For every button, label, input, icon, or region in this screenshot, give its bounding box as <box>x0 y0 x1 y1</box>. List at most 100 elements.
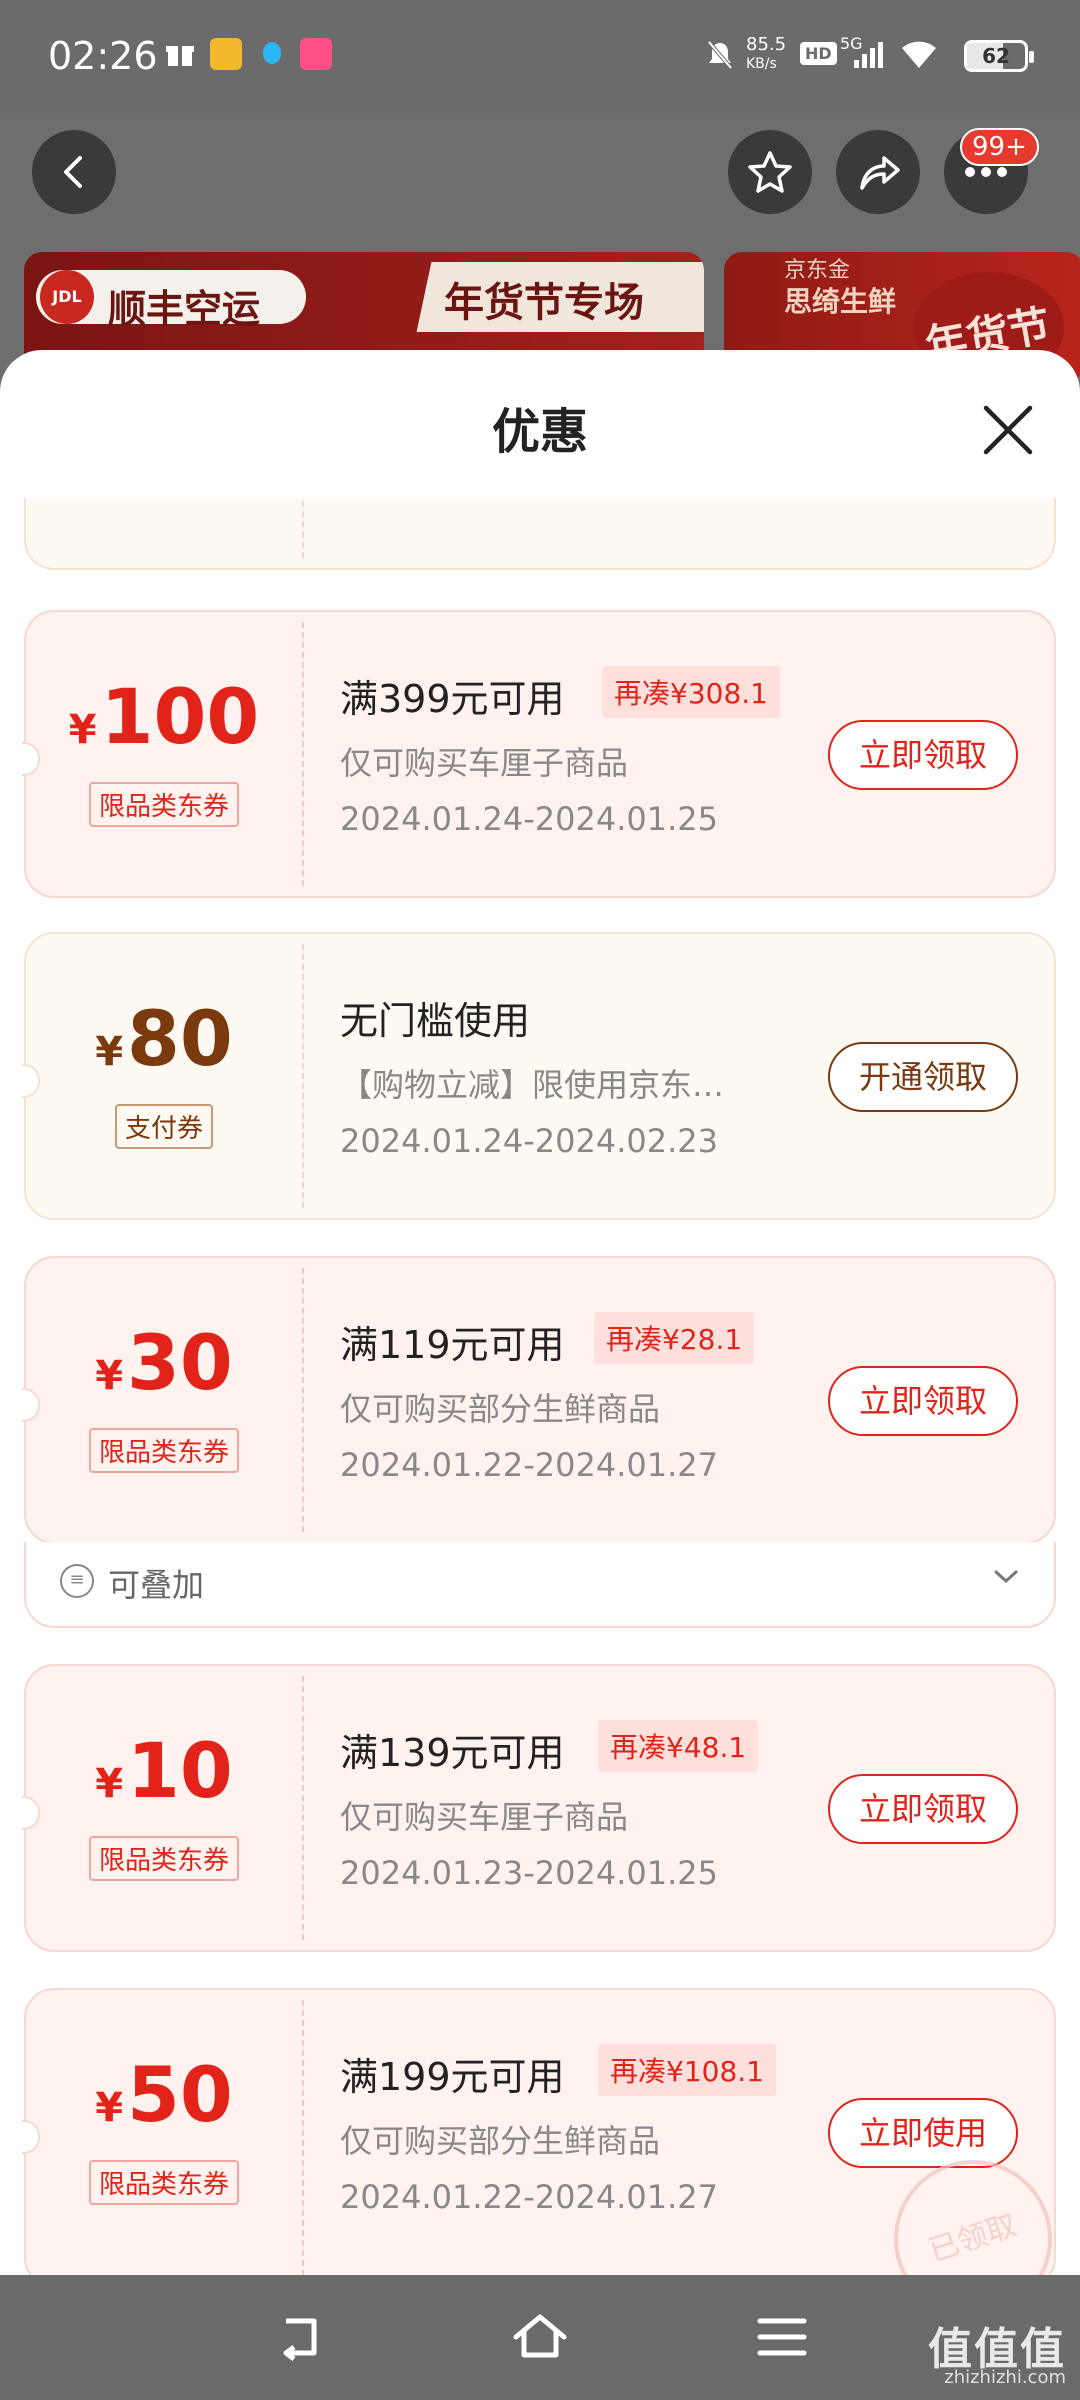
watermark-domain: zhizhizhi.com <box>944 2367 1066 2388</box>
dnd-icon <box>706 40 734 74</box>
coupon-valid-date: 2024.01.22-2024.01.27 <box>340 1446 718 1484</box>
more-dots-icon <box>965 167 1007 177</box>
coupon-value: 10 <box>127 1726 233 1815</box>
net-speed-unit: KB/s <box>746 56 777 72</box>
coupon-topup-hint: 再凑¥108.1 <box>598 2044 776 2096</box>
coupon-value: 30 <box>127 1318 233 1407</box>
app-notification-icon <box>210 38 242 70</box>
currency-symbol: ¥ <box>68 707 97 753</box>
coupon-value: 50 <box>127 2050 233 2139</box>
coupon-valid-date: 2024.01.24-2024.02.23 <box>340 1122 718 1160</box>
qq-icon <box>256 38 288 70</box>
coupon-list[interactable]: ¥100 限品类东券 满399元可用 再凑¥308.1 仅可购买车厘子商品 20… <box>0 498 1080 2275</box>
back-nav-button[interactable] <box>270 2307 330 2367</box>
coupon-description: 仅可购买部分生鲜商品 <box>340 1390 661 1428</box>
coupon-type-label: 限品类东券 <box>88 782 239 827</box>
coupon-type-tag: 限品类东券 <box>26 2160 302 2205</box>
coupon-amount: ¥10 <box>26 1726 302 1815</box>
banner2-line2: 思绮生鲜 <box>784 285 897 318</box>
share-icon <box>860 156 900 190</box>
coupon-condition: 无门槛使用 <box>340 999 531 1043</box>
coupon-type-tag: 限品类东券 <box>26 782 302 827</box>
coupon-card: ¥50 限品类东券 满199元可用 再凑¥108.1 仅可购买部分生鲜商品 20… <box>22 1988 1073 2275</box>
coupon-condition: 满139元可用 <box>340 1731 565 1775</box>
coupon-card: ¥80 支付券 无门槛使用 【购物立减】限使用京东… 2024.01.24-20… <box>22 932 1056 1220</box>
gift-icon <box>164 38 196 70</box>
stackable-toggle[interactable]: ≡ 可叠加 <box>24 1542 1056 1628</box>
back-arrow-icon <box>283 2318 317 2361</box>
stackable-label: 可叠加 <box>108 1566 205 1604</box>
coupon-amount: ¥100 <box>26 672 302 761</box>
status-bar: 02:26 85.5 KB/s HD 5G 62 <box>0 0 1080 118</box>
net-speed-value: 85.5 <box>746 34 787 55</box>
coupon-value: 80 <box>127 994 233 1083</box>
coupon-card-partial <box>24 498 1056 570</box>
claim-button[interactable]: 立即领取 <box>828 1774 1018 1844</box>
coupon-card: ¥30 限品类东券 满119元可用 再凑¥28.1 仅可购买部分生鲜商品 202… <box>22 1256 1056 1544</box>
more-badge: 99+ <box>960 128 1039 166</box>
coupon-description: 仅可购买车厘子商品 <box>340 1798 629 1836</box>
app-icon-pink <box>300 38 332 70</box>
close-icon <box>983 405 1033 455</box>
chevron-left-icon <box>64 156 82 188</box>
offers-sheet: 优惠 ¥100 限品类东券 满399元可用 再凑¥308.1 仅可购买车厘子商品… <box>0 350 1080 2275</box>
banner-logo-text: 顺丰空运 <box>108 287 261 331</box>
battery-icon: 62 <box>964 40 1034 72</box>
back-button[interactable] <box>32 130 116 214</box>
sheet-title: 优惠 <box>491 404 588 460</box>
activate-claim-button[interactable]: 开通领取 <box>828 1042 1018 1112</box>
coupon-topup-hint: 再凑¥48.1 <box>598 1720 759 1772</box>
coupon-type-label: 限品类东券 <box>88 1836 239 1881</box>
coupon-condition: 满399元可用 <box>340 677 565 721</box>
share-button[interactable] <box>836 130 920 214</box>
favorite-button[interactable] <box>728 130 812 214</box>
coupon-valid-date: 2024.01.22-2024.01.27 <box>340 2178 718 2216</box>
coupon-valid-date: 2024.01.23-2024.01.25 <box>340 1854 718 1892</box>
coupon-value: 100 <box>100 672 260 761</box>
coupon-amount: ¥80 <box>26 994 302 1083</box>
currency-symbol: ¥ <box>95 2085 124 2131</box>
star-icon <box>748 151 792 193</box>
banner-promo-text: 年货节专场 <box>444 280 644 326</box>
coupon-amount: ¥50 <box>26 2050 302 2139</box>
coupon-description: 【购物立减】限使用京东… <box>340 1066 725 1104</box>
stack-icon: ≡ <box>60 1564 94 1598</box>
wifi-icon <box>900 38 938 74</box>
coupon-amount: ¥30 <box>26 1318 302 1407</box>
system-nav-bar: 值值值 zhizhizhi.com <box>0 2275 1080 2400</box>
menu-icon <box>757 2318 807 2356</box>
use-now-button[interactable]: 立即使用 <box>828 2098 1018 2168</box>
currency-symbol: ¥ <box>95 1761 124 1807</box>
top-nav: 99+ <box>0 118 1080 248</box>
coupon-topup-hint: 再凑¥308.1 <box>602 666 780 718</box>
net-speed: 85.5 KB/s <box>746 36 786 73</box>
close-button[interactable] <box>980 402 1036 458</box>
coupon-description: 仅可购买车厘子商品 <box>340 744 629 782</box>
coupon-type-tag: 限品类东券 <box>26 1428 302 1473</box>
menu-nav-button[interactable] <box>752 2307 812 2367</box>
home-icon <box>513 2314 567 2358</box>
jdl-logo: JDL <box>40 270 94 324</box>
claim-button[interactable]: 立即领取 <box>828 720 1018 790</box>
coupon-type-label: 限品类东券 <box>88 1428 239 1473</box>
coupon-type-tag: 限品类东券 <box>26 1836 302 1881</box>
battery-level: 62 <box>982 44 1010 68</box>
coupon-type-tag: 支付券 <box>26 1104 302 1149</box>
coupon-topup-hint: 再凑¥28.1 <box>594 1312 755 1364</box>
coupon-description: 仅可购买部分生鲜商品 <box>340 2122 661 2160</box>
home-nav-button[interactable] <box>510 2307 570 2367</box>
coupon-type-label: 限品类东券 <box>88 2160 239 2205</box>
currency-symbol: ¥ <box>95 1029 124 1075</box>
coupon-type-label: 支付券 <box>114 1104 213 1149</box>
hd-label: HD <box>805 44 832 63</box>
coupon-condition: 满119元可用 <box>340 1323 565 1367</box>
currency-symbol: ¥ <box>95 1353 124 1399</box>
status-time: 02:26 <box>48 34 158 78</box>
coupon-condition: 满199元可用 <box>340 2055 565 2099</box>
coupon-card: ¥10 限品类东券 满139元可用 再凑¥48.1 仅可购买车厘子商品 2024… <box>22 1664 1056 1952</box>
claim-button[interactable]: 立即领取 <box>828 1366 1018 1436</box>
chevron-down-icon <box>994 1570 1018 1584</box>
coupon-card: ¥100 限品类东券 满399元可用 再凑¥308.1 仅可购买车厘子商品 20… <box>22 610 1056 898</box>
coupon-valid-date: 2024.01.24-2024.01.25 <box>340 800 718 838</box>
hd-icon: HD <box>800 42 837 65</box>
